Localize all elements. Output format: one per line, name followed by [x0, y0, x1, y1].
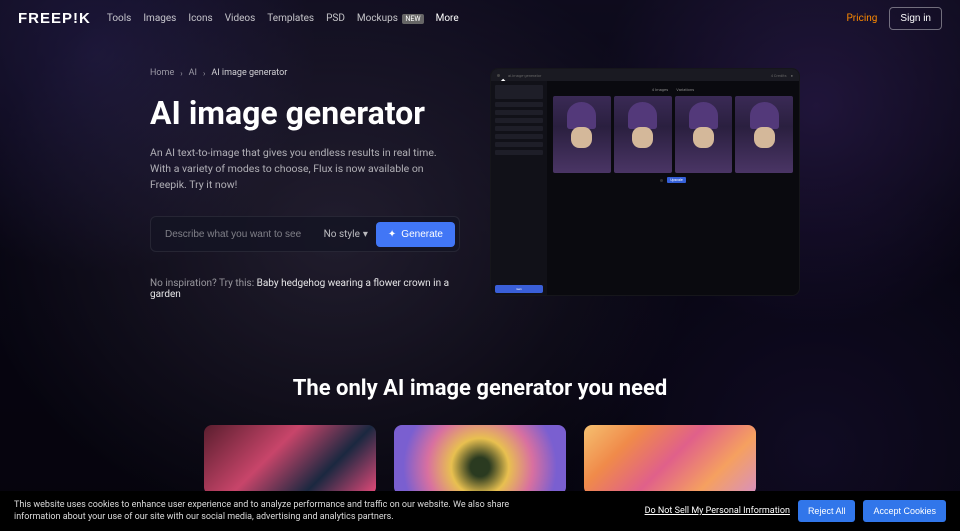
sidebar-row	[495, 110, 543, 115]
pager-dot	[660, 179, 663, 182]
showcase-card[interactable]	[204, 425, 376, 495]
hero-left: Home › AI › AI image generator AI image …	[150, 68, 460, 300]
preview-thumb	[614, 96, 672, 173]
chevron-right-icon: ›	[180, 69, 182, 78]
showcase-cards	[0, 425, 960, 495]
preview-toolbar: ◆ ai.image-generator 4 Credits ●	[491, 69, 799, 81]
header-right: Pricing Sign in	[846, 7, 942, 30]
section-showcase: The only AI image generator you need	[0, 376, 960, 495]
preview-pager: Upscale	[553, 177, 793, 183]
generate-button[interactable]: ✦ Generate	[376, 222, 455, 247]
nav-images[interactable]: Images	[143, 13, 176, 24]
nav-tools[interactable]: Tools	[107, 13, 131, 24]
style-select[interactable]: No style ▾	[316, 229, 376, 240]
sidebar-row	[495, 126, 543, 131]
sidebar-row	[495, 118, 543, 123]
cookie-privacy-link[interactable]: Do Not Sell My Personal Information	[645, 506, 790, 516]
credits-label: 4 Credits	[771, 73, 787, 78]
hero-right: ◆ ai.image-generator 4 Credits ●	[490, 68, 810, 300]
chevron-right-icon: ›	[203, 69, 205, 78]
preview-tabs: 4 Images Variations	[553, 87, 793, 92]
nav-psd[interactable]: PSD	[326, 13, 345, 24]
showcase-card[interactable]	[394, 425, 566, 495]
sidebar-row	[495, 142, 543, 147]
app-icon: ◆	[497, 74, 500, 77]
nav-more[interactable]: More	[436, 13, 459, 24]
showcase-card[interactable]	[584, 425, 756, 495]
preview-main: 4 Images Variations Upscale	[547, 81, 799, 296]
prompt-input[interactable]	[155, 229, 316, 240]
preview-thumb	[735, 96, 793, 173]
sidebar-row	[495, 134, 543, 139]
preview-thumb	[553, 96, 611, 173]
accept-cookies-button[interactable]: Accept Cookies	[863, 500, 946, 522]
site-header: FREEP!K Tools Images Icons Videos Templa…	[0, 0, 960, 36]
sidebar-row	[495, 150, 543, 155]
new-badge: NEW	[402, 14, 423, 24]
breadcrumb-current: AI image generator	[211, 68, 287, 78]
logo[interactable]: FREEP!K	[18, 10, 91, 27]
pricing-link[interactable]: Pricing	[846, 13, 877, 24]
preview-sidebar: Gen	[491, 81, 547, 296]
breadcrumb: Home › AI › AI image generator	[150, 68, 460, 78]
main-nav: Tools Images Icons Videos Templates PSD …	[107, 13, 459, 24]
chevron-down-icon: ▾	[363, 229, 368, 240]
preview-url: ai.image-generator	[508, 73, 541, 78]
preview-thumb	[675, 96, 733, 173]
prompt-bar: No style ▾ ✦ Generate	[150, 216, 460, 252]
main-content: Home › AI › AI image generator AI image …	[0, 36, 960, 300]
nav-templates[interactable]: Templates	[267, 13, 314, 24]
nav-videos[interactable]: Videos	[225, 13, 256, 24]
preview-grid	[553, 96, 793, 173]
nav-mockups[interactable]: Mockups NEW	[357, 13, 424, 24]
sidebar-row	[495, 102, 543, 107]
cookie-actions: Do Not Sell My Personal Information Reje…	[645, 500, 946, 522]
preview-tab-images: 4 Images	[652, 87, 668, 92]
avatar-icon: ●	[791, 73, 793, 78]
reject-cookies-button[interactable]: Reject All	[798, 500, 856, 522]
app-preview: ◆ ai.image-generator 4 Credits ●	[490, 68, 800, 296]
inspiration-label: No inspiration? Try this:	[150, 278, 257, 289]
preview-tab-variations: Variations	[676, 87, 694, 92]
inspiration: No inspiration? Try this: Baby hedgehog …	[150, 278, 460, 300]
generate-label: Generate	[401, 229, 443, 240]
cookie-text: This website uses cookies to enhance use…	[14, 499, 514, 523]
cookie-banner: This website uses cookies to enhance use…	[0, 491, 960, 531]
wand-icon: ✦	[388, 229, 396, 240]
preview-body: Gen 4 Images Variations Up	[491, 81, 799, 296]
nav-icons[interactable]: Icons	[188, 13, 212, 24]
sidebar-generate: Gen	[495, 285, 543, 293]
style-label: No style	[324, 229, 360, 240]
page-title: AI image generator	[150, 96, 460, 131]
upscale-button: Upscale	[667, 177, 685, 183]
section-title: The only AI image generator you need	[0, 376, 960, 401]
breadcrumb-home[interactable]: Home	[150, 68, 174, 78]
signin-button[interactable]: Sign in	[889, 7, 942, 30]
sidebar-row	[495, 85, 543, 99]
hero-description: An AI text-to-image that gives you endle…	[150, 145, 460, 192]
breadcrumb-ai[interactable]: AI	[189, 68, 197, 78]
nav-mockups-label: Mockups	[357, 13, 398, 24]
